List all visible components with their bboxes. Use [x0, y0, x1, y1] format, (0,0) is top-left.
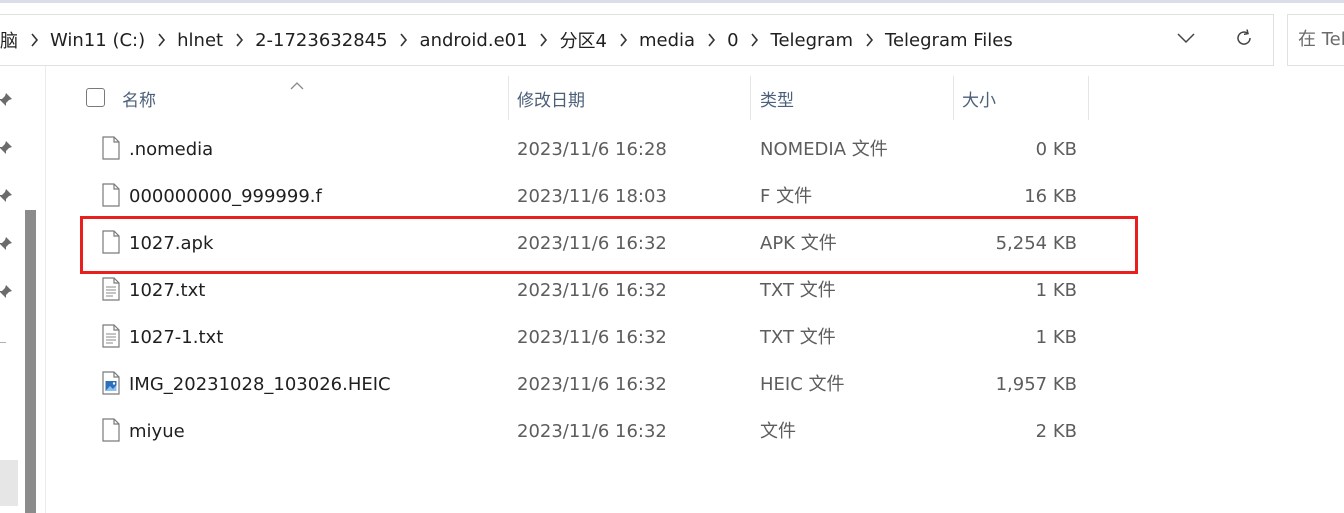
- breadcrumb-item[interactable]: Telegram Files: [885, 30, 1013, 51]
- chevron-right-icon[interactable]: [18, 15, 50, 65]
- refresh-icon: [1234, 28, 1254, 52]
- file-row[interactable]: .nomedia 2023/11/6 16:28 NOMEDIA 文件 0 KB: [46, 126, 1146, 173]
- window-top-border: [0, 0, 1344, 3]
- file-row[interactable]: 1027.txt 2023/11/6 16:32 TXT 文件 1 KB: [46, 267, 1146, 314]
- pin-icon[interactable]: [0, 188, 13, 204]
- file-row[interactable]: miyue 2023/11/6 16:32 文件 2 KB: [46, 408, 1146, 455]
- file-date: 2023/11/6 16:32: [517, 374, 667, 395]
- column-divider[interactable]: [1088, 76, 1089, 120]
- file-name: .nomedia: [129, 139, 214, 160]
- file-type: NOMEDIA 文件: [760, 139, 888, 160]
- search-input[interactable]: 在 Tel: [1287, 14, 1344, 66]
- breadcrumb-item[interactable]: Win11 (C:): [50, 30, 145, 51]
- file-name: 1027.txt: [129, 280, 206, 301]
- address-bar[interactable]: 脑 Win11 (C:) hlnet 2-1723632845 android.…: [0, 14, 1274, 66]
- pin-icon[interactable]: [0, 236, 13, 252]
- breadcrumb: 脑 Win11 (C:) hlnet 2-1723632845 android.…: [0, 15, 1013, 65]
- file-row[interactable]: 1027-1.txt 2023/11/6 16:32 TXT 文件 1 KB: [46, 314, 1146, 361]
- breadcrumb-item[interactable]: 2-1723632845: [255, 30, 387, 51]
- column-date[interactable]: 修改日期: [517, 76, 750, 120]
- file-size: 16 KB: [1024, 186, 1077, 207]
- chevron-right-icon[interactable]: [853, 15, 885, 65]
- file-date: 2023/11/6 18:03: [517, 186, 667, 207]
- text-file-icon: [102, 277, 120, 301]
- column-divider[interactable]: [750, 76, 751, 120]
- file-type: HEIC 文件: [760, 374, 845, 395]
- highlight-annotation: [80, 216, 1138, 274]
- column-type[interactable]: 类型: [760, 76, 953, 120]
- chevron-right-icon[interactable]: [607, 15, 639, 65]
- pin-icon[interactable]: [0, 284, 13, 300]
- file-date: 2023/11/6 16:32: [517, 327, 667, 348]
- column-header-row: 名称 修改日期 类型 大小: [46, 76, 1146, 120]
- chevron-right-icon[interactable]: [739, 15, 771, 65]
- nav-item-hover[interactable]: [0, 460, 18, 506]
- column-divider[interactable]: [953, 76, 954, 120]
- blank-file-icon: [102, 183, 120, 207]
- history-dropdown-button[interactable]: [1157, 15, 1215, 65]
- column-name[interactable]: 名称: [122, 76, 507, 120]
- blank-file-icon: [102, 136, 120, 160]
- refresh-button[interactable]: [1215, 15, 1273, 65]
- breadcrumb-item[interactable]: Telegram: [771, 30, 853, 51]
- breadcrumb-item[interactable]: media: [639, 30, 695, 51]
- file-type: 文件: [760, 421, 796, 442]
- blank-file-icon: [102, 418, 120, 442]
- file-date: 2023/11/6 16:32: [517, 280, 667, 301]
- file-size: 0 KB: [1035, 139, 1077, 160]
- file-date: 2023/11/6 16:28: [517, 139, 667, 160]
- breadcrumb-item[interactable]: 分区4: [560, 27, 607, 53]
- file-name: 1027-1.txt: [129, 327, 224, 348]
- file-row[interactable]: 000000000_999999.f 2023/11/6 18:03 F 文件 …: [46, 173, 1146, 220]
- column-size[interactable]: 大小: [962, 76, 1087, 120]
- file-size: 2 KB: [1035, 421, 1077, 442]
- file-date: 2023/11/6 16:32: [517, 421, 667, 442]
- breadcrumb-item[interactable]: android.e01: [420, 30, 528, 51]
- navigation-pane[interactable]: [0, 66, 46, 513]
- breadcrumb-item[interactable]: 0: [727, 30, 738, 51]
- file-size: 1 KB: [1035, 280, 1077, 301]
- file-name: miyue: [129, 421, 185, 442]
- file-type: F 文件: [760, 186, 813, 207]
- chevron-right-icon[interactable]: [695, 15, 727, 65]
- nav-scrollbar-thumb[interactable]: [25, 210, 36, 513]
- column-divider[interactable]: [508, 76, 509, 120]
- chevron-right-icon[interactable]: [145, 15, 177, 65]
- text-file-icon: [102, 324, 120, 348]
- pin-icon[interactable]: [0, 92, 13, 108]
- address-actions: [1157, 15, 1273, 65]
- breadcrumb-item[interactable]: hlnet: [177, 30, 223, 51]
- nav-divider: [0, 342, 6, 343]
- file-row[interactable]: IMG_20231028_103026.HEIC 2023/11/6 16:32…: [46, 361, 1146, 408]
- chevron-right-icon[interactable]: [223, 15, 255, 65]
- chevron-right-icon[interactable]: [528, 15, 560, 65]
- chevron-right-icon[interactable]: [388, 15, 420, 65]
- select-all-checkbox[interactable]: [86, 88, 105, 107]
- file-name: IMG_20231028_103026.HEIC: [129, 374, 391, 395]
- file-size: 1 KB: [1035, 327, 1077, 348]
- file-name: 000000000_999999.f: [129, 186, 322, 207]
- image-file-icon: [102, 371, 120, 395]
- file-type: TXT 文件: [760, 327, 836, 348]
- file-type: TXT 文件: [760, 280, 836, 301]
- pin-icon[interactable]: [0, 140, 13, 156]
- file-size: 1,957 KB: [995, 374, 1077, 395]
- breadcrumb-item[interactable]: 脑: [0, 27, 18, 53]
- chevron-down-icon: [1176, 28, 1196, 52]
